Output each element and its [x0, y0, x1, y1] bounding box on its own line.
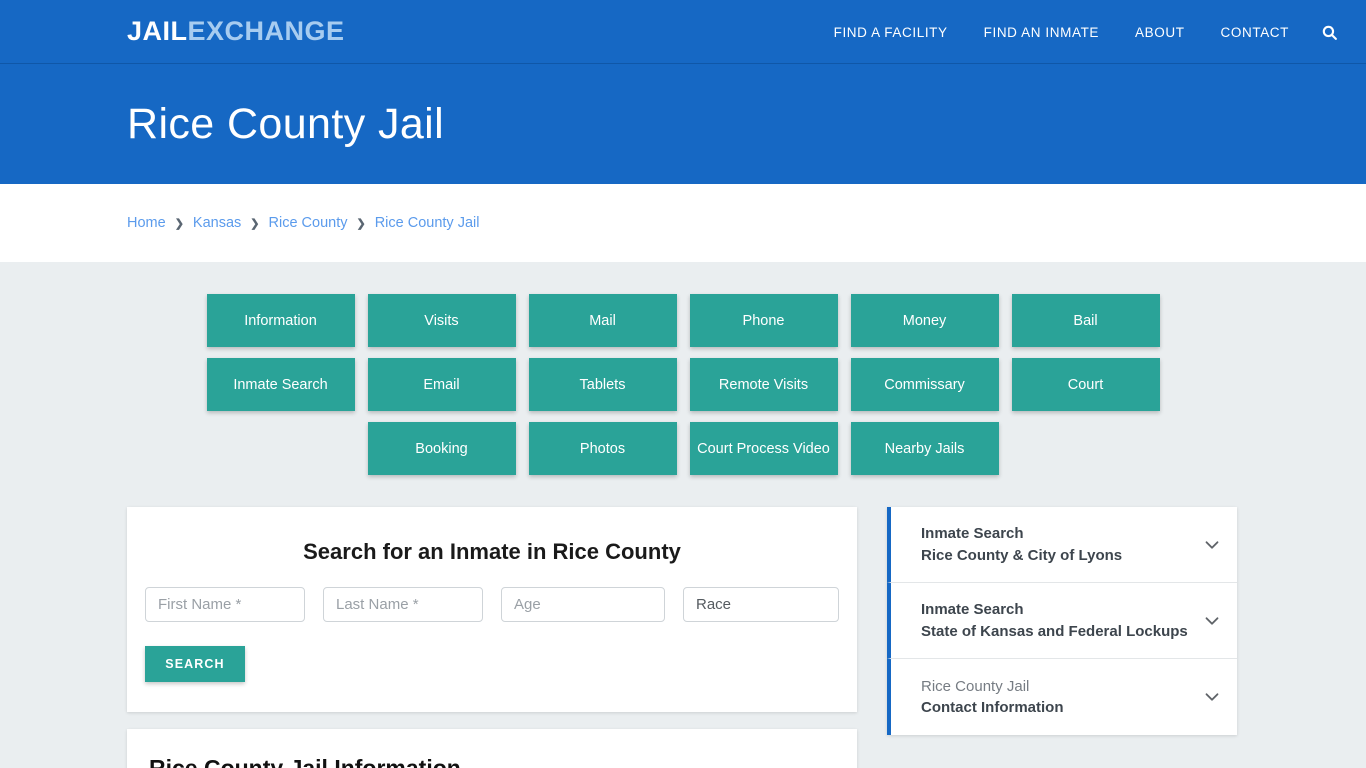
race-select[interactable]: Race	[683, 587, 839, 622]
section-button-court-process-video[interactable]: Court Process Video	[689, 422, 838, 475]
breadcrumb-item-rice-county[interactable]: Rice County	[269, 215, 348, 231]
breadcrumb-separator-icon: ❯	[250, 217, 260, 230]
site-logo[interactable]: JAILEXCHANGE	[127, 18, 345, 45]
breadcrumb-band: Home ❯ Kansas ❯ Rice County ❯ Rice Count…	[0, 184, 1366, 262]
section-button-remote-visits[interactable]: Remote Visits	[689, 358, 838, 411]
section-button-tablets[interactable]: Tablets	[528, 358, 677, 411]
nav-item-find-a-facility[interactable]: FIND A FACILITY	[816, 25, 966, 40]
logo-text-jail: JAIL	[127, 16, 188, 46]
page-title: Rice County Jail	[127, 99, 445, 148]
accordion-item-inmate-search-state[interactable]: Inmate Search State of Kansas and Federa…	[887, 583, 1237, 659]
facility-section-buttons: Information Visits Mail Phone Money Bail…	[127, 294, 1239, 475]
accordion-subtitle: Rice County & City of Lyons	[921, 546, 1123, 564]
section-button-email[interactable]: Email	[367, 358, 516, 411]
chevron-down-icon[interactable]	[1201, 534, 1223, 556]
accordion-label-group: Rice County Jail Contact Information	[921, 676, 1064, 719]
section-button-court[interactable]: Court	[1011, 358, 1160, 411]
section-button-information[interactable]: Information	[206, 294, 355, 347]
chevron-down-icon[interactable]	[1201, 610, 1223, 632]
nav-item-find-an-inmate[interactable]: FIND AN INMATE	[966, 25, 1117, 40]
breadcrumb-item-rice-county-jail[interactable]: Rice County Jail	[375, 215, 480, 231]
section-button-mail[interactable]: Mail	[528, 294, 677, 347]
sidebar-accordion: Inmate Search Rice County & City of Lyon…	[887, 507, 1237, 735]
breadcrumb-separator-icon: ❯	[356, 217, 366, 230]
page-hero: Rice County Jail	[0, 64, 1366, 184]
inmate-search-card: Search for an Inmate in Rice County Race…	[127, 507, 857, 712]
content-column-sidebar: Inmate Search Rice County & City of Lyon…	[887, 507, 1237, 735]
breadcrumb: Home ❯ Kansas ❯ Rice County ❯ Rice Count…	[0, 215, 479, 231]
section-button-bail[interactable]: Bail	[1011, 294, 1160, 347]
section-button-inmate-search[interactable]: Inmate Search	[206, 358, 355, 411]
accordion-subtitle: Contact Information	[921, 699, 1064, 716]
jail-information-heading: Rice County Jail Information	[149, 755, 461, 768]
accordion-item-contact-information[interactable]: Rice County Jail Contact Information	[887, 659, 1237, 735]
section-button-phone[interactable]: Phone	[689, 294, 838, 347]
page-body: Information Visits Mail Phone Money Bail…	[0, 262, 1366, 768]
breadcrumb-item-kansas[interactable]: Kansas	[193, 215, 241, 231]
search-icon[interactable]	[1307, 24, 1366, 41]
search-button[interactable]: SEARCH	[145, 646, 245, 682]
accordion-title: Rice County Jail	[921, 677, 1030, 695]
section-button-visits[interactable]: Visits	[367, 294, 516, 347]
last-name-input[interactable]	[323, 587, 483, 622]
section-button-money[interactable]: Money	[850, 294, 999, 347]
accordion-item-inmate-search-county[interactable]: Inmate Search Rice County & City of Lyon…	[887, 507, 1237, 583]
nav-item-about[interactable]: ABOUT	[1117, 25, 1203, 40]
section-button-commissary[interactable]: Commissary	[850, 358, 999, 411]
section-button-booking[interactable]: Booking	[367, 422, 516, 475]
inmate-search-heading: Search for an Inmate in Rice County	[303, 539, 681, 564]
site-header: JAILEXCHANGE FIND A FACILITY FIND AN INM…	[0, 0, 1366, 64]
breadcrumb-separator-icon: ❯	[174, 217, 184, 230]
nav-item-contact[interactable]: CONTACT	[1203, 25, 1307, 40]
main-content: Search for an Inmate in Rice County Race…	[127, 507, 1239, 768]
accordion-title: Inmate Search	[921, 601, 1024, 619]
inmate-search-form: Race	[145, 587, 839, 622]
accordion-label-group: Inmate Search Rice County & City of Lyon…	[921, 523, 1122, 566]
chevron-down-icon[interactable]	[1201, 686, 1223, 708]
section-button-nearby-jails[interactable]: Nearby Jails	[850, 422, 999, 475]
content-column-main: Search for an Inmate in Rice County Race…	[127, 507, 857, 768]
accordion-title: Inmate Search	[921, 525, 1024, 543]
first-name-input[interactable]	[145, 587, 305, 622]
main-navigation: FIND A FACILITY FIND AN INMATE ABOUT CON…	[816, 0, 1366, 64]
jail-information-card: Rice County Jail Information	[127, 729, 857, 768]
logo-text-exchange: EXCHANGE	[187, 16, 345, 46]
age-input[interactable]	[501, 587, 665, 622]
accordion-label-group: Inmate Search State of Kansas and Federa…	[921, 599, 1188, 642]
accordion-subtitle: State of Kansas and Federal Lockups	[921, 622, 1188, 640]
breadcrumb-item-home[interactable]: Home	[127, 215, 166, 231]
section-button-photos[interactable]: Photos	[528, 422, 677, 475]
